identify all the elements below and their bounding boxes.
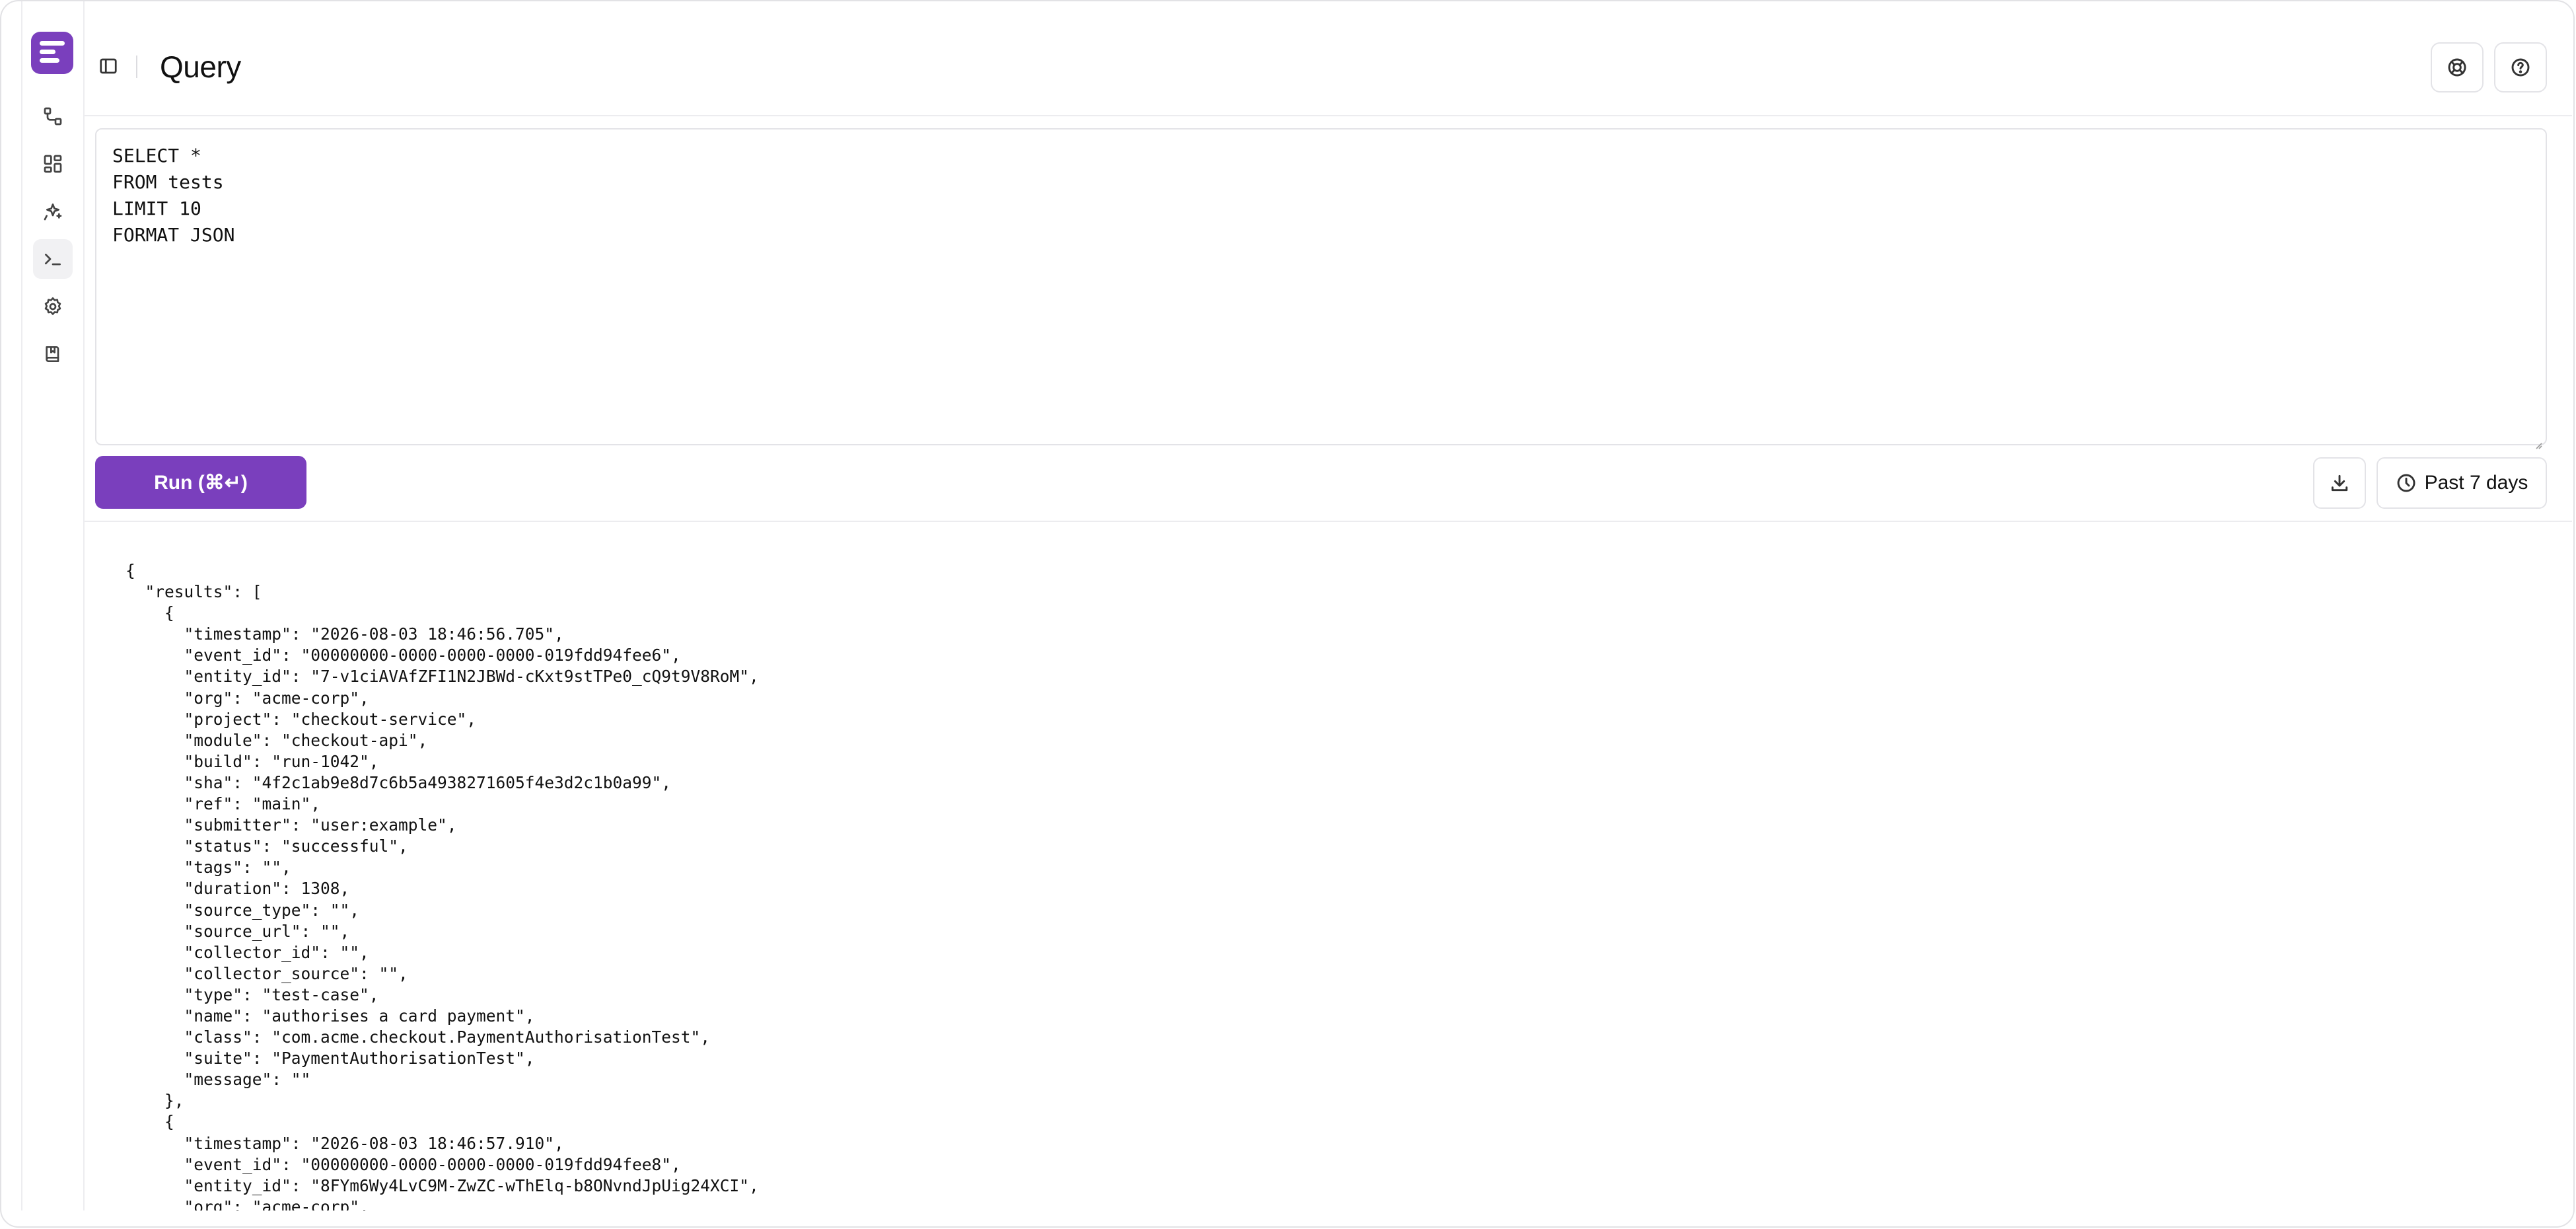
workflow-icon (44, 107, 62, 126)
result-line: "project": "checkout-service", (125, 709, 477, 729)
result-line: "entity_id": "8FYm6Wy4LvC9M-ZwZC-wThElq-… (125, 1175, 759, 1195)
result-line: "type": "test-case", (125, 985, 379, 1004)
query-line: FORMAT JSON (112, 224, 235, 246)
result-line: "sha": "4f2c1ab9e8d7c6b5a4938271605f4e3d… (125, 772, 672, 792)
run-button[interactable]: Run (⌘↵) (95, 456, 306, 509)
result-line: "org": "acme-corp", (125, 1197, 369, 1210)
result-line: "suite": "PaymentAuthorisationTest", (125, 1049, 535, 1068)
query-editor[interactable]: SELECT * FROM tests LIMIT 10 FORMAT JSON (95, 128, 2547, 449)
result-line: { (125, 1112, 174, 1132)
panel-left-icon (100, 58, 117, 74)
result-line: "ref": "main", (125, 794, 321, 814)
result-line: "module": "checkout-api", (125, 730, 428, 750)
result-line: "source_type": "", (125, 900, 360, 920)
result-line: "event_id": "00000000-0000-0000-0000-019… (125, 646, 681, 665)
support-icon (2448, 58, 2466, 77)
result-line: "org": "acme-corp", (125, 688, 369, 708)
sidebar-item-pipelines[interactable] (33, 96, 73, 136)
result-line: "message": "" (125, 1070, 311, 1090)
sidebar-item-query[interactable] (33, 239, 73, 279)
sidebar-toggle-button[interactable] (96, 54, 120, 78)
book-icon (46, 346, 59, 362)
page-header: Query (85, 1, 2572, 116)
gear-icon (44, 297, 61, 315)
result-line: }, (125, 1091, 184, 1111)
result-line: { (125, 561, 135, 580)
result-line: "status": "successful", (125, 837, 408, 856)
result-line: "source_url": "", (125, 921, 350, 941)
sidebar-item-settings[interactable] (33, 287, 73, 326)
result-line: { (125, 603, 174, 623)
support-button[interactable] (2431, 42, 2484, 93)
sparkles-icon (44, 204, 62, 221)
query-line: FROM tests (112, 171, 224, 193)
result-line: "tags": "", (125, 858, 291, 877)
result-line: "entity_id": "7-v1ciAVAfZFI1N2JBWd-cKxt9… (125, 667, 759, 687)
dashboard-icon (44, 155, 62, 173)
result-line: "name": "authorises a card payment", (125, 1006, 535, 1025)
time-range-button[interactable]: Past 7 days (2377, 457, 2547, 509)
app-window: Query SELECT * FROM tests LIMIT 10 FORMA… (0, 0, 2575, 1228)
page-title: Query (160, 50, 241, 84)
download-button[interactable] (2313, 457, 2366, 509)
sidebar (21, 1, 85, 1210)
result-line: "submitter": "user:example", (125, 815, 457, 835)
result-line: "duration": 1308, (125, 879, 350, 899)
result-line: "collector_source": "", (125, 963, 408, 983)
terminal-icon (45, 254, 61, 266)
time-range-label: Past 7 days (2424, 472, 2528, 494)
result-line: "class": "com.acme.checkout.PaymentAutho… (125, 1027, 711, 1047)
query-line: LIMIT 10 (112, 198, 201, 219)
result-line: "results": [ (125, 582, 262, 602)
result-line: "timestamp": "2026-08-03 18:46:56.705", (125, 624, 564, 644)
clock-icon (2397, 474, 2415, 492)
result-line: "build": "run-1042", (125, 751, 379, 771)
sidebar-item-insights[interactable] (33, 192, 73, 231)
query-results[interactable]: { "results": [ { "timestamp": "2026-08-0… (125, 560, 2503, 1210)
sidebar-item-docs[interactable] (33, 334, 73, 374)
query-toolbar: Run (⌘↵) Past 7 days (85, 445, 2572, 522)
download-icon (2331, 474, 2348, 492)
sidebar-item-dashboards[interactable] (33, 144, 73, 184)
result-line: "timestamp": "2026-08-03 18:46:57.910", (125, 1133, 564, 1153)
result-line: "collector_id": "", (125, 942, 369, 962)
help-icon (2511, 58, 2530, 77)
logo-icon[interactable] (31, 32, 73, 74)
resize-handle-icon[interactable] (2532, 431, 2543, 449)
query-line: SELECT * (112, 145, 201, 167)
header-divider (136, 56, 137, 78)
help-button[interactable] (2494, 42, 2547, 93)
result-line: "event_id": "00000000-0000-0000-0000-019… (125, 1154, 681, 1174)
